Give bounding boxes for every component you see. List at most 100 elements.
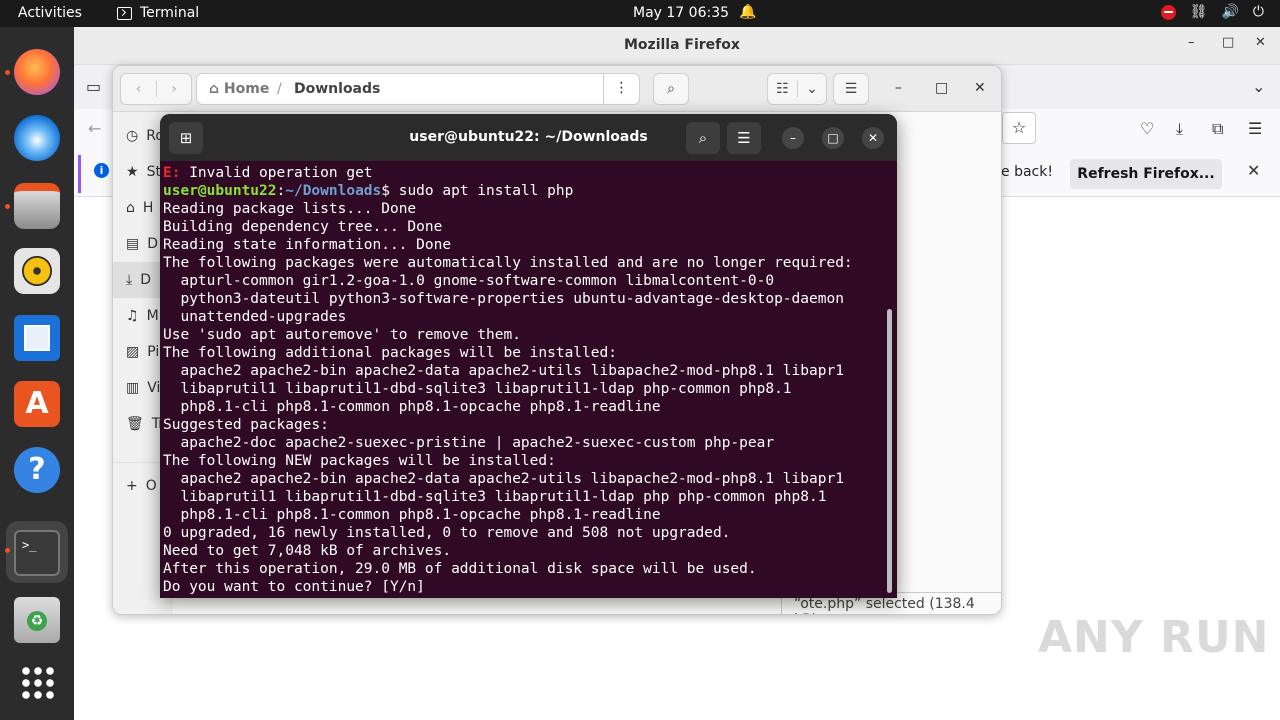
- terminal-headerbar: ⊞ user@ubuntu22: ~/Downloads ⌕ ☰ – □ ✕: [160, 114, 897, 161]
- chevron-down-icon[interactable]: ⌄: [796, 81, 826, 97]
- back-icon[interactable]: ←: [88, 119, 101, 138]
- terminal-text: unattended-upgrades: [163, 309, 347, 325]
- terminal-line: The following packages were automaticall…: [163, 254, 883, 272]
- tab-list-icon[interactable]: ⌄: [1252, 77, 1265, 96]
- hamburger-menu-icon[interactable]: ☰: [833, 73, 869, 105]
- software-icon[interactable]: A: [14, 381, 60, 427]
- path-current[interactable]: Downloads: [294, 81, 380, 97]
- minimize-icon[interactable]: –: [1188, 35, 1195, 50]
- help-icon[interactable]: ?: [14, 447, 60, 493]
- volume-icon[interactable]: 🔊: [1221, 4, 1238, 20]
- firefox-icon[interactable]: [14, 49, 60, 95]
- notice-text: e back!: [1001, 164, 1053, 180]
- maximize-icon[interactable]: □: [935, 80, 948, 96]
- terminal-output[interactable]: E: Invalid operation get user@ubuntu22:~/…: [163, 164, 883, 596]
- terminal-line: The following NEW packages will be insta…: [163, 452, 883, 470]
- refresh-firefox-button[interactable]: Refresh Firefox...: [1070, 159, 1222, 189]
- maximize-icon[interactable]: □: [1222, 35, 1234, 50]
- app-name: Terminal: [140, 5, 200, 21]
- downloads-icon[interactable]: ⤓: [1176, 119, 1183, 139]
- terminal-line: Reading package lists... Done: [163, 200, 883, 218]
- close-icon[interactable]: ✕: [1255, 35, 1266, 50]
- plus-icon: +: [126, 478, 138, 494]
- terminal-text: libaprutil1 libaprutil1-dbd-sqlite3 liba…: [163, 489, 827, 505]
- terminal-text: Suggested packages:: [163, 417, 329, 433]
- terminal-text: php8.1-cli php8.1-common php8.1-opcache …: [163, 507, 661, 523]
- terminal-line: The following additional packages will b…: [163, 344, 883, 362]
- terminal-line: E: Invalid operation get: [163, 164, 883, 182]
- terminal-window: ⊞ user@ubuntu22: ~/Downloads ⌕ ☰ – □ ✕ E…: [160, 114, 897, 598]
- minimize-icon[interactable]: –: [895, 80, 902, 96]
- maximize-icon[interactable]: □: [822, 127, 844, 149]
- terminal-text: apache2 apache2-bin apache2-data apache2…: [163, 363, 844, 379]
- download-icon: ⤓: [126, 272, 133, 288]
- terminal-line: 0 upgraded, 16 newly installed, 0 to rem…: [163, 524, 883, 542]
- terminal-text: The following NEW packages will be insta…: [163, 453, 556, 469]
- forward-icon[interactable]: ›: [155, 81, 191, 97]
- terminal-line: apturl-common gir1.2-goa-1.0 gnome-softw…: [163, 272, 883, 290]
- firefox-view-icon[interactable]: ▭: [86, 77, 101, 96]
- power-icon[interactable]: ⏻: [1253, 4, 1264, 20]
- picture-icon: ▨: [126, 344, 140, 360]
- music-icon: ♫: [126, 308, 139, 324]
- terminal-line: apache2 apache2-bin apache2-data apache2…: [163, 470, 883, 488]
- minimize-icon[interactable]: –: [782, 127, 804, 149]
- pocket-icon[interactable]: ♡: [1140, 119, 1154, 138]
- top-bar: Activities Terminal May 17 06:35 🔔 ⛓ 🔊 ⏻: [0, 0, 1280, 27]
- files-icon[interactable]: [14, 183, 60, 229]
- system-tray[interactable]: ⛓ 🔊 ⏻: [1160, 4, 1264, 20]
- terminal-text: user@ubuntu22: [163, 183, 277, 199]
- terminal-line: php8.1-cli php8.1-common php8.1-opcache …: [163, 398, 883, 416]
- terminal-scrollbar[interactable]: [887, 309, 892, 593]
- terminal-text: The following additional packages will b…: [163, 345, 617, 361]
- terminal-line: libaprutil1 libaprutil1-dbd-sqlite3 liba…: [163, 488, 883, 506]
- path-menu-icon[interactable]: ⋮: [603, 74, 639, 104]
- terminal-line: Need to get 7,048 kB of archives.: [163, 542, 883, 560]
- view-toggle[interactable]: ☷ ⌄: [767, 73, 827, 105]
- writer-icon[interactable]: [14, 315, 60, 361]
- terminal-text: libaprutil1 libaprutil1-dbd-sqlite3 liba…: [163, 381, 792, 397]
- close-icon[interactable]: ✕: [974, 80, 986, 96]
- network-icon[interactable]: ⛓: [1190, 4, 1208, 20]
- close-icon[interactable]: ✕: [862, 127, 884, 149]
- terminal-icon[interactable]: >_: [14, 530, 60, 576]
- nav-buttons: ‹ ›: [120, 73, 192, 105]
- bookmark-star-icon[interactable]: ☆: [1002, 112, 1036, 144]
- activities-button[interactable]: Activities: [18, 5, 82, 21]
- terminal-text: Do you want to continue? [Y/n]: [163, 579, 425, 595]
- terminal-text: The following packages were automaticall…: [163, 255, 853, 271]
- terminal-text: apache2 apache2-bin apache2-data apache2…: [163, 471, 844, 487]
- clock[interactable]: May 17 06:35: [633, 5, 729, 21]
- terminal-text: Building dependency tree... Done: [163, 219, 443, 235]
- rhythmbox-icon[interactable]: [14, 248, 60, 294]
- search-icon[interactable]: ⌕: [686, 122, 720, 154]
- bell-icon[interactable]: 🔔: [739, 4, 756, 20]
- star-icon: ★: [126, 164, 139, 180]
- terminal-line: Reading state information... Done: [163, 236, 883, 254]
- terminal-text: 0 upgraded, 16 newly installed, 0 to rem…: [163, 525, 731, 541]
- path-home[interactable]: ⌂ Home: [209, 81, 269, 97]
- close-icon[interactable]: ✕: [1247, 161, 1260, 180]
- terminal-text: Reading state information... Done: [163, 237, 452, 253]
- terminal-text: E:: [163, 165, 190, 181]
- clock-icon: ◷: [126, 128, 139, 144]
- back-icon[interactable]: ‹: [121, 81, 156, 97]
- running-indicator: [5, 70, 10, 75]
- list-view-icon[interactable]: ☷: [768, 81, 797, 97]
- hamburger-menu-icon[interactable]: ☰: [727, 122, 761, 154]
- path-bar[interactable]: ⌂ Home / Downloads ⋮: [196, 73, 640, 105]
- terminal-line: libaprutil1 libaprutil1-dbd-sqlite3 liba…: [163, 380, 883, 398]
- video-icon: ▥: [126, 380, 140, 396]
- terminal-line: apache2 apache2-bin apache2-data apache2…: [163, 362, 883, 380]
- recording-icon[interactable]: [1160, 4, 1176, 20]
- app-menu[interactable]: Terminal: [117, 5, 199, 21]
- trash-icon[interactable]: ♻: [14, 597, 60, 643]
- search-icon[interactable]: ⌕: [653, 73, 689, 105]
- path-separator: /: [277, 81, 282, 97]
- thunderbird-icon[interactable]: [14, 115, 60, 161]
- terminal-line: php8.1-cli php8.1-common php8.1-opcache …: [163, 506, 883, 524]
- menu-icon[interactable]: ☰: [1248, 119, 1262, 138]
- document-icon: ▤: [126, 236, 140, 252]
- extensions-icon[interactable]: ⧉: [1212, 119, 1223, 139]
- apps-grid-icon[interactable]: [14, 659, 60, 705]
